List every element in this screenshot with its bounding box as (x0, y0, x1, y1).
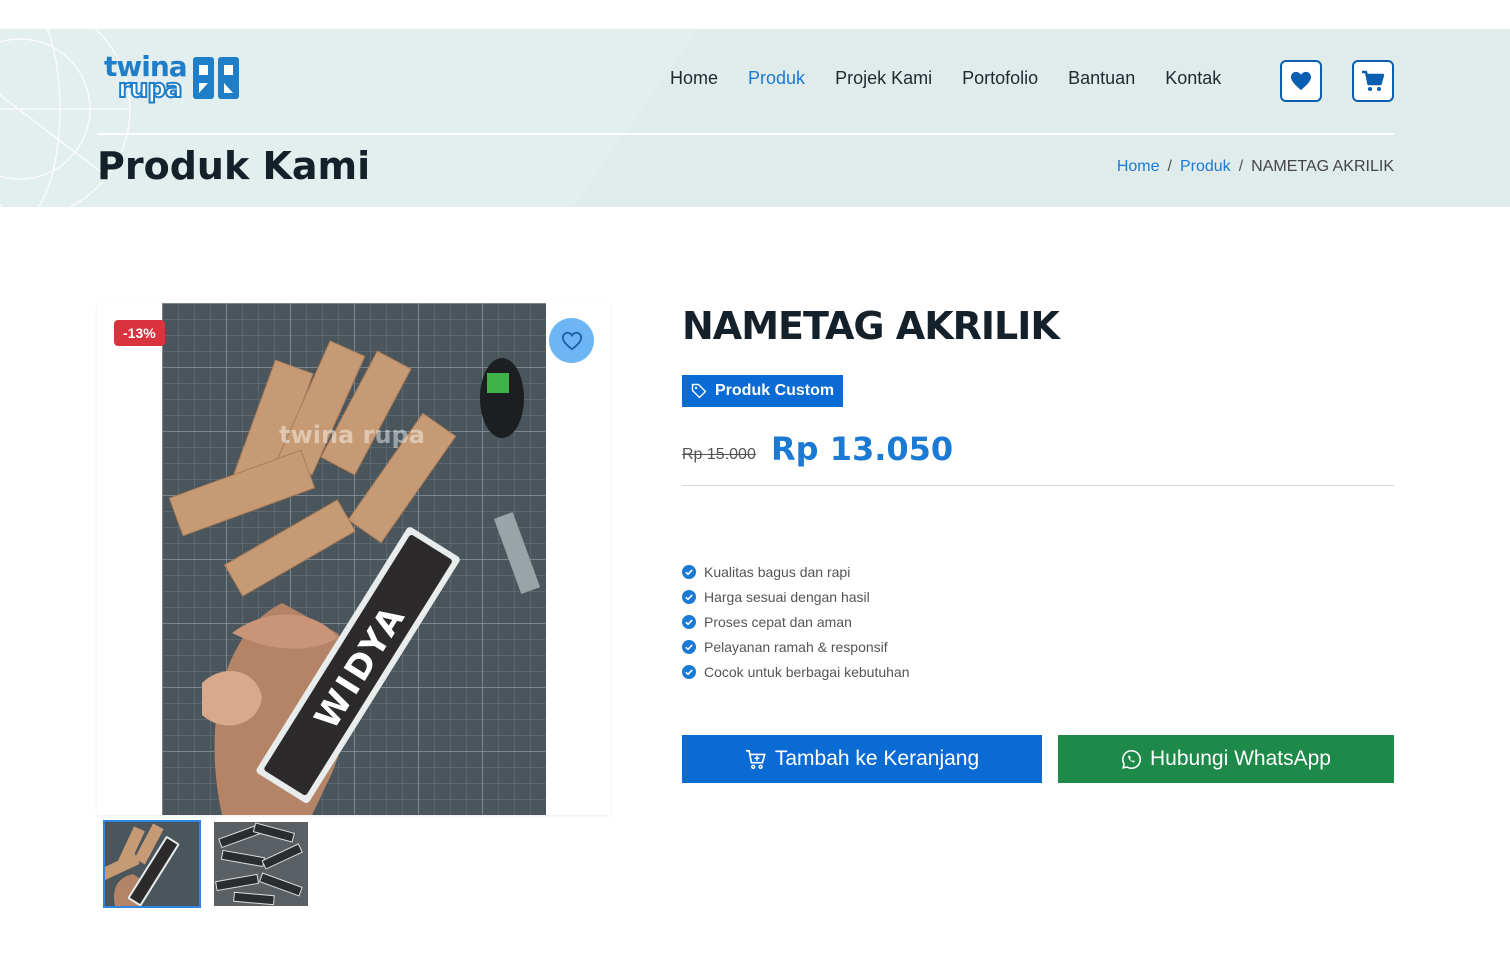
feature-item: Pelayanan ramah & responsif (682, 634, 909, 659)
feature-text: Harga sesuai dengan hasil (704, 588, 870, 605)
page-title: Produk Kami (97, 144, 371, 188)
nav-kontak[interactable]: Kontak (1165, 68, 1221, 89)
nav-portofolio[interactable]: Portofolio (962, 68, 1038, 89)
cart-icon (1362, 70, 1385, 91)
product-main-image[interactable]: WIDYA twina rupa (162, 303, 546, 815)
whatsapp-button[interactable]: Hubungi WhatsApp (1058, 735, 1394, 783)
check-circle-icon (682, 589, 696, 604)
main-nav: Home Produk Projek Kami Portofolio Bantu… (670, 68, 1221, 89)
check-circle-icon (682, 564, 696, 579)
check-circle-icon (682, 614, 696, 629)
feature-item: Harga sesuai dengan hasil (682, 584, 909, 609)
whatsapp-label: Hubungi WhatsApp (1150, 747, 1331, 770)
sale-price: Rp 13.050 (771, 430, 954, 468)
feature-item: Proses cepat dan aman (682, 609, 909, 634)
nav-produk[interactable]: Produk (748, 68, 805, 89)
thumbnail-strip (103, 820, 310, 908)
product-photo-illustration: WIDYA twina rupa (162, 303, 546, 815)
brand-logo[interactable]: twina rupa (104, 53, 239, 104)
thumbnail-1[interactable] (103, 820, 201, 908)
product-title: NAMETAG AKRILIK (682, 304, 1060, 348)
wishlist-button[interactable] (1280, 60, 1322, 102)
add-to-cart-button[interactable]: Tambah ke Keranjang (682, 735, 1042, 783)
breadcrumb-separator: / (1238, 158, 1244, 175)
header-decoration (459, 29, 1510, 207)
check-circle-icon (682, 639, 696, 654)
add-to-cart-label: Tambah ke Keranjang (774, 747, 980, 770)
price-divider (682, 485, 1394, 486)
breadcrumb-home[interactable]: Home (1117, 158, 1160, 175)
photo-watermark: twina rupa (279, 421, 425, 449)
whatsapp-icon (1122, 749, 1142, 769)
feature-list: Kualitas bagus dan rapi Harga sesuai den… (682, 559, 909, 684)
breadcrumb-produk[interactable]: Produk (1180, 158, 1231, 175)
original-price: Rp 15.000 (682, 446, 756, 463)
header-divider (97, 133, 1394, 135)
nav-home[interactable]: Home (670, 68, 718, 89)
add-to-wishlist-button[interactable] (549, 318, 594, 363)
feature-text: Cocok untuk berbagai kebutuhan (704, 663, 910, 680)
heart-outline-icon (561, 331, 582, 350)
product-tag-label: Produk Custom (715, 382, 835, 399)
logo-line2: rupa (117, 73, 183, 104)
thumbnail-2-image (214, 822, 308, 906)
tag-icon (691, 383, 707, 399)
feature-item: Cocok untuk berbagai kebutuhan (682, 659, 909, 684)
breadcrumb-current: NAMETAG AKRILIK (1251, 158, 1394, 175)
check-circle-icon (682, 664, 696, 679)
nav-projek-kami[interactable]: Projek Kami (835, 68, 932, 89)
feature-text: Proses cepat dan aman (704, 613, 852, 630)
breadcrumb: Home / Produk / NAMETAG AKRILIK (1117, 158, 1394, 176)
feature-text: Kualitas bagus dan rapi (704, 563, 851, 580)
nav-bantuan[interactable]: Bantuan (1068, 68, 1135, 89)
feature-text: Pelayanan ramah & responsif (704, 638, 888, 655)
product-category-tag[interactable]: Produk Custom (682, 375, 844, 407)
product-image-panel: WIDYA twina rupa -13% (97, 303, 610, 815)
heart-icon (1291, 71, 1311, 91)
breadcrumb-separator: / (1167, 158, 1172, 175)
feature-item: Kualitas bagus dan rapi (682, 559, 909, 584)
cart-button[interactable] (1352, 60, 1394, 102)
thumbnail-1-image (105, 822, 199, 906)
logo-wordmark: twina rupa (104, 53, 188, 104)
thumbnail-2[interactable] (212, 820, 310, 908)
discount-badge: -13% (114, 320, 165, 346)
logo-mark-icon (192, 57, 239, 100)
cart-plus-icon (745, 749, 766, 769)
